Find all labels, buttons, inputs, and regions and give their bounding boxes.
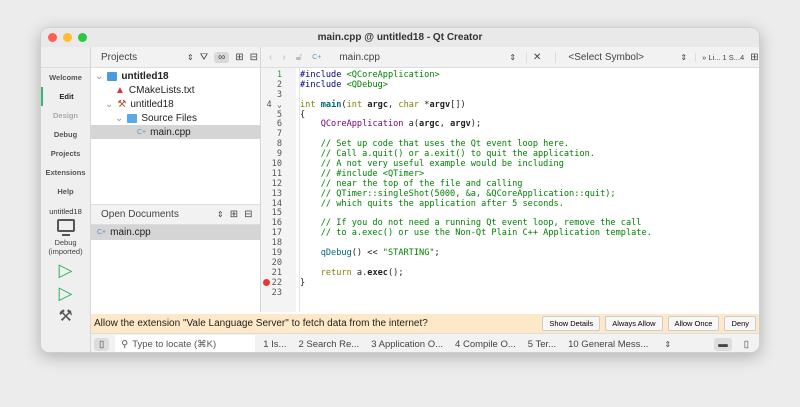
projects-sidebar: Projects ⇕ ⛛ ∞ ⊞ ⊟ ⌄ untitled18 ▲ CMakeList… [91,47,261,312]
mode-bar: Welcome Edit Design Debug Projects Exten… [41,47,91,352]
output-pane-toggle-icon[interactable]: ▬ [714,337,732,351]
split-icon[interactable]: ⊞ [750,52,758,63]
line-number: 23 [271,287,282,298]
mode-projects[interactable]: Projects [41,144,90,163]
projects-dropdown[interactable]: Projects [101,52,181,63]
filter-icon[interactable]: ⛛ [200,52,208,63]
project-tree: ⌄ untitled18 ▲ CMakeLists.txt ⌄ ⚒ untitled18… [91,68,260,139]
project-folder-icon [107,71,118,81]
right-sidebar-icon[interactable]: ▯ [744,339,749,350]
run-icon[interactable]: ▷ [41,260,90,281]
tree-item-project[interactable]: ⌄ untitled18 [91,69,260,83]
mode-design[interactable]: Design [41,106,90,125]
mode-debug[interactable]: Debug [41,125,90,144]
allow-once-button[interactable]: Allow Once [667,316,720,331]
kit-selector[interactable]: Debug (imported) [41,219,90,256]
status-bar: ▯ ⚲ Type to locate (⌘K) 1 Is... 2 Search … [91,333,759,352]
code-line: qDebug() << "STARTING"; [320,248,440,259]
more-tabs-icon[interactable]: ⇕ [664,340,671,349]
hammer-icon: ⚒ [117,98,127,110]
close-document-icon[interactable]: ✕ [526,51,541,63]
tree-item-target[interactable]: ⌄ ⚒ untitled18 [91,97,260,111]
cursor-position[interactable]: » Li... 1 S...4 [695,52,744,62]
split-icon[interactable]: ⊞ [230,209,238,220]
open-doc-main-cpp[interactable]: C+ main.cpp [91,225,260,240]
close-pane-icon[interactable]: ⊟ [244,209,252,220]
mode-extensions[interactable]: Extensions [41,163,90,182]
projects-header: Projects ⇕ ⛛ ∞ ⊞ ⊟ [91,47,260,68]
title-bar: main.cpp @ untitled18 - Qt Creator [41,28,759,47]
tab-issues[interactable]: 1 Is... [263,339,286,350]
kit-config: Debug [54,238,77,247]
kit-config-detail: (imported) [48,247,83,256]
mode-edit[interactable]: Edit [41,87,90,106]
link-icon[interactable]: ∞ [214,51,230,63]
tree-item-source-files[interactable]: ⌄ Source Files [91,111,260,125]
build-hammer-icon[interactable]: ⚒ [41,306,90,326]
symbol-dropdown[interactable]: <Select Symbol> [555,51,680,63]
open-documents-header: Open Documents ⇕ ⊞ ⊟ [91,204,260,225]
open-documents-dropdown[interactable]: Open Documents [101,209,211,220]
info-bar: Allow the extension "Vale Language Serve… [91,314,759,333]
editor-area: ‹ › 🔓︎ C+ main.cpp ⇕ ✕ <Select Symbol> ⇕ »… [261,47,759,312]
toggle-sidebar-icon[interactable]: ▯ [94,337,110,351]
close-button[interactable] [48,33,57,42]
code-line: #include <QDebug> [300,79,388,90]
tab-application-output[interactable]: 3 Application O... [371,339,443,350]
minimize-button[interactable] [63,33,72,42]
close-pane-icon[interactable]: ⊟ [250,52,258,63]
cpp-file-icon: C+ [137,128,147,136]
zoom-button[interactable] [78,33,87,42]
code-line: // which quits the application after 5 s… [300,198,564,209]
cmake-icon: ▲ [115,84,125,96]
window-title: main.cpp @ untitled18 - Qt Creator [317,32,483,43]
deny-button[interactable]: Deny [724,316,756,331]
code-line: return a.exec(); [320,267,404,278]
document-dropdown[interactable]: main.cpp [339,52,509,63]
show-details-button[interactable]: Show Details [542,316,601,331]
search-icon: ⚲ [121,338,129,350]
qt-creator-window: main.cpp @ untitled18 - Qt Creator Welco… [40,27,760,353]
info-message: Allow the extension "Vale Language Serve… [94,318,428,329]
cpp-file-icon: C+ [312,53,322,61]
folder-icon [127,113,138,123]
lock-icon: 🔓︎ [295,51,303,63]
code-line: int main(int argc, char *argv[]) [300,99,466,110]
locator-input[interactable]: ⚲ Type to locate (⌘K) [115,334,256,352]
split-icon[interactable]: ⊞ [235,52,243,63]
breakpoint-marker[interactable] [263,279,270,286]
cpp-file-icon: C+ [97,229,107,236]
always-allow-button[interactable]: Always Allow [605,316,663,331]
code-line: // to a.exec() or use the Non-Qt Plain C… [300,228,652,239]
code-editor[interactable]: #include <QCoreApplication> #include <QDe… [299,68,759,312]
tab-compile-output[interactable]: 4 Compile O... [455,339,516,350]
editor-toolbar: ‹ › 🔓︎ C+ main.cpp ⇕ ✕ <Select Symbol> ⇕ »… [261,47,759,68]
monitor-icon [56,219,75,232]
code-line: } [300,277,306,288]
debug-run-icon[interactable]: ▷ [41,283,90,304]
mode-help[interactable]: Help [41,182,90,201]
code-line: QCoreApplication a(argc, argv); [320,119,482,130]
forward-icon[interactable]: › [282,52,285,63]
tree-item-cmakelists[interactable]: ▲ CMakeLists.txt [91,83,260,97]
tab-general-messages[interactable]: 10 General Mess... [568,339,648,350]
tree-item-main-cpp[interactable]: C+ main.cpp [91,125,260,139]
tab-terminal[interactable]: 5 Ter... [528,339,556,350]
line-number-gutter: 1234 ⌄ 5 6 7 8 9 10 11 12 13 14 15 16 17 18 19 20 21 22 23 [261,68,296,312]
tab-search-results[interactable]: 2 Search Re... [298,339,359,350]
mode-welcome[interactable]: Welcome [41,68,90,87]
back-icon[interactable]: ‹ [269,52,272,63]
kit-project: untitled18 [49,207,82,216]
